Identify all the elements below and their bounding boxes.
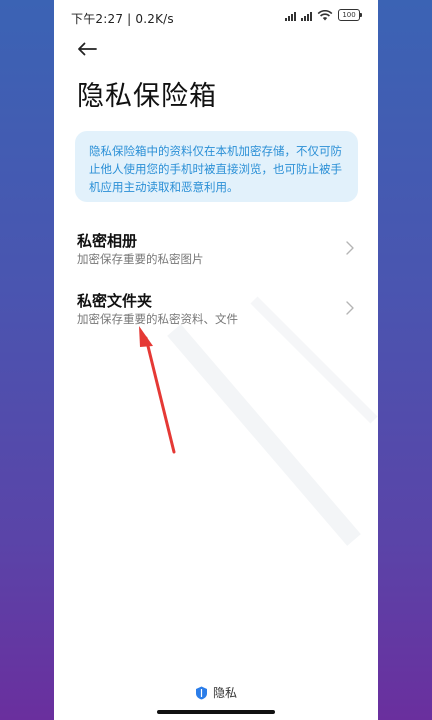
footer-brand: 隐私 xyxy=(54,684,378,701)
private-folder-title: 私密文件夹 xyxy=(77,292,153,310)
info-notice: 隐私保险箱中的资料仅在本机加密存储，不仅可防止他人使用您的手机时被直接浏览，也可… xyxy=(75,131,358,202)
phone-screen: 下午2:27 | 0.2K/s 100 隐私保险箱 隐私保险箱中的资料仅在本机加… xyxy=(54,0,378,720)
back-button[interactable] xyxy=(74,38,100,60)
page-title: 隐私保险箱 xyxy=(77,81,217,112)
status-bar: 下午2:27 | 0.2K/s 100 xyxy=(54,0,378,34)
status-time: 下午2:27 | 0.2K/s xyxy=(71,12,174,26)
wifi-icon xyxy=(317,9,333,20)
chevron-right-icon xyxy=(346,301,354,315)
cellular-signal-icon xyxy=(285,10,296,21)
chevron-right-icon xyxy=(346,241,354,255)
private-album-item[interactable]: 私密相册 加密保存重要的私密图片 xyxy=(54,230,378,278)
footer-brand-label: 隐私 xyxy=(212,686,237,700)
back-arrow-icon xyxy=(78,42,97,56)
private-folder-item[interactable]: 私密文件夹 加密保存重要的私密资料、文件 xyxy=(54,290,378,338)
private-album-subtitle: 加密保存重要的私密图片 xyxy=(77,252,204,266)
home-indicator[interactable] xyxy=(157,710,275,714)
private-folder-subtitle: 加密保存重要的私密资料、文件 xyxy=(77,312,238,326)
cellular-signal-2-icon xyxy=(301,10,312,21)
status-icons: 100 xyxy=(285,9,362,21)
privacy-shield-icon xyxy=(195,686,207,699)
battery-icon: 100 xyxy=(338,9,362,21)
private-album-title: 私密相册 xyxy=(77,232,138,250)
